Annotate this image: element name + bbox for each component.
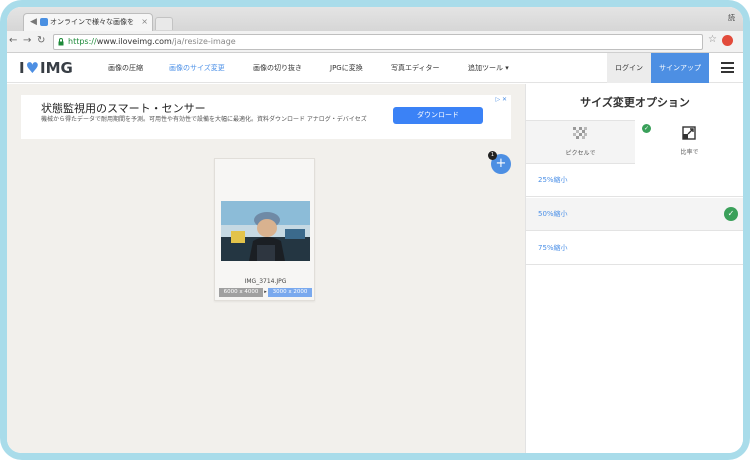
tab-by-pixels[interactable]: ピクセルで [526,120,635,164]
sidebar-title: サイズ変更オプション [580,96,690,109]
address-bar: ← → ↻ https://www.iloveimg.com/ja/resize… [7,31,743,53]
url-scheme: https:// [68,37,97,46]
nav-resize[interactable]: 画像のサイズ変更 [169,53,225,83]
tab-by-percentage-label: 比率で [680,149,699,156]
tab-bar: ◀ オンラインで様々な画像を × 読 [7,7,743,31]
option-reduce-75[interactable]: 75%縮小 [526,232,743,265]
file-card[interactable]: IMG_3714.JPG 6000 x 4000 ▸ 3000 x 2000 [214,158,315,301]
bookmark-star-icon[interactable]: ☆ [708,34,717,46]
ad-download-button[interactable]: ダウンロード [393,107,483,124]
nav-crop[interactable]: 画像の切り抜き [253,53,302,83]
ad-title[interactable]: 状態監視用のスマート・センサー [41,100,206,116]
url-host: www.iloveimg.com [96,37,172,46]
mode-selected-check-icon: ✓ [642,124,651,133]
site-logo[interactable]: I♥IMG [19,59,73,77]
new-size-badge: 3000 x 2000 [268,288,312,297]
signup-button[interactable]: サインアップ [651,53,709,83]
site-header: I♥IMG 画像の圧縮 画像のサイズ変更 画像の切り抜き JPGに変換 写真エデ… [7,53,743,83]
option-reduce-25[interactable]: 25%縮小 [526,164,743,197]
reload-icon[interactable]: ↻ [37,35,45,47]
file-thumbnail [221,201,310,261]
url-path: /ja/resize-image [171,37,236,46]
lock-icon [58,38,64,46]
photo-thumbnail-image [221,201,310,261]
tab-title: オンラインで様々な画像を [50,18,134,26]
close-icon[interactable]: × [141,14,148,30]
back-arrow-icon[interactable]: ← [9,35,17,47]
forward-arrow-icon[interactable]: → [23,35,31,47]
new-tab-button[interactable] [155,17,173,30]
nav-more-tools[interactable]: 追加ツール ▾ [468,53,509,83]
check-icon: ✓ [724,207,738,221]
files-count-badge: 1 [488,151,497,160]
ad-description: 機械から得たデータで耐用期間を予測。可用性や有効性で設備を大幅に最適化。資料ダウ… [41,116,367,123]
original-size-badge: 6000 x 4000 [219,288,263,297]
browser-window: ◀ オンラインで様々な画像を × 読 ← → ↻ https://www.ilo… [7,7,743,453]
url-input[interactable]: https://www.iloveimg.com/ja/resize-image [53,34,703,50]
browser-tab[interactable]: ◀ オンラインで様々な画像を × [23,13,153,31]
resize-arrow-icon [682,126,696,140]
logo-text-left: I [19,59,25,77]
file-name: IMG_3714.JPG [244,278,287,285]
logo-text-right: IMG [40,59,73,77]
favicon-icon [40,18,48,26]
heart-icon: ♥ [25,59,40,77]
ad-banner[interactable]: 状態監視用のスマート・センサー 機械から得たデータで耐用期間を予測。可用性や有効… [21,95,511,139]
nav-compress[interactable]: 画像の圧縮 [108,53,143,83]
extension-icon[interactable] [722,35,733,46]
tab-by-percentage[interactable]: 比率で [635,120,743,164]
option-label: 75%縮小 [538,244,568,252]
tab-by-pixels-label: ピクセルで [565,150,596,157]
login-button[interactable]: ログイン [607,53,651,83]
ad-choices-icon[interactable]: ▷ ✕ [495,96,507,103]
pixels-icon [573,127,587,139]
option-label: 50%縮小 [538,210,568,218]
workspace: 状態監視用のスマート・センサー 機械から得たデータで耐用期間を予測。可用性や有効… [7,84,525,453]
back-icon[interactable]: ◀ [30,17,37,27]
nav-convert-jpg[interactable]: JPGに変換 [330,53,363,83]
resize-options-sidebar: サイズ変更オプション ピクセルで 比率で ✓ 25%縮小 50%縮小 ✓ 75%… [525,84,743,453]
nav-photo-editor[interactable]: 写真エディター [391,53,440,83]
option-reduce-50[interactable]: 50%縮小 ✓ [526,198,743,231]
screenshot-frame: ◀ オンラインで様々な画像を × 読 ← → ↻ https://www.ilo… [0,0,750,460]
hamburger-menu-icon[interactable] [721,62,734,73]
window-user-label[interactable]: 読 [728,13,735,23]
option-label: 25%縮小 [538,176,568,184]
